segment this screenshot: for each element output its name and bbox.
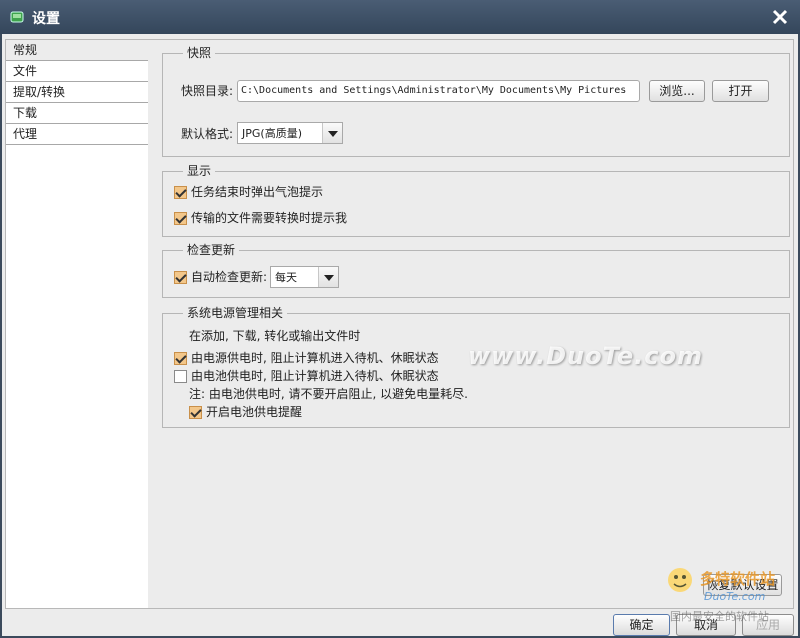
ac-power-checkbox[interactable] (174, 352, 187, 365)
watermark-text: www.DuoTe.com (468, 342, 703, 370)
bubble-notify-checkbox[interactable] (174, 186, 187, 199)
sidebar-item-proxy[interactable]: 代理 (6, 124, 148, 145)
chevron-down-icon (322, 123, 342, 143)
update-frequency-value: 每天 (275, 271, 297, 284)
app-icon (10, 11, 24, 23)
auto-update-checkbox[interactable] (174, 271, 187, 284)
duote-logo: 多特软件站 DuoTe.com 国内最安全的软件站 (668, 568, 775, 623)
power-intro-text: 在添加, 下载, 转化或输出文件时 (189, 329, 361, 343)
open-button[interactable]: 打开 (712, 80, 769, 102)
ac-power-label: 由电源供电时, 阻止计算机进入待机、休眠状态 (191, 351, 439, 365)
sidebar-item-download[interactable]: 下载 (6, 103, 148, 124)
display-group: 显示 任务结束时弹出气泡提示 传输的文件需要转换时提示我 (162, 164, 790, 237)
settings-sidebar: 常规 文件 提取/转换 下载 代理 (5, 39, 149, 609)
bubble-notify-label: 任务结束时弹出气泡提示 (191, 185, 324, 199)
svg-text:国内最安全的软件站: 国内最安全的软件站 (670, 609, 769, 623)
svg-text:DuoTe.com: DuoTe.com (704, 590, 765, 603)
battery-power-label: 由电池供电时, 阻止计算机进入待机、休眠状态 (191, 369, 439, 383)
display-group-title: 显示 (183, 164, 216, 178)
sidebar-item-file[interactable]: 文件 (6, 61, 148, 82)
settings-panel: 快照 快照目录: C:\Documents and Settings\Admin… (148, 39, 794, 609)
format-value: JPG(高质量) (242, 127, 302, 140)
format-dropdown[interactable]: JPG(高质量) (237, 122, 343, 144)
update-frequency-dropdown[interactable]: 每天 (270, 266, 339, 288)
close-icon[interactable] (768, 5, 792, 29)
format-label: 默认格式: (181, 127, 234, 141)
update-group-title: 检查更新 (183, 243, 240, 257)
power-group-title: 系统电源管理相关 (183, 306, 288, 320)
snapshot-dir-input[interactable]: C:\Documents and Settings\Administrator\… (237, 80, 640, 102)
update-group: 检查更新 自动检查更新: 每天 (162, 243, 790, 298)
power-group: 系统电源管理相关 在添加, 下载, 转化或输出文件时 由电源供电时, 阻止计算机… (162, 306, 790, 428)
snapshot-group-title: 快照 (183, 46, 216, 60)
convert-prompt-checkbox[interactable] (174, 212, 187, 225)
chevron-down-icon (318, 267, 338, 287)
snapshot-group: 快照 快照目录: C:\Documents and Settings\Admin… (162, 46, 790, 157)
dialog-body: 常规 文件 提取/转换 下载 代理 快照 快照目录: C:\Documents … (2, 34, 798, 636)
battery-reminder-checkbox[interactable] (189, 406, 202, 419)
browse-button[interactable]: 浏览... (649, 80, 705, 102)
window-title: 设置 (32, 11, 60, 27)
snapshot-dir-label: 快照目录: (181, 84, 234, 98)
svg-text:多特软件站: 多特软件站 (700, 570, 775, 588)
battery-reminder-label: 开启电池供电提醒 (206, 405, 303, 419)
battery-power-checkbox[interactable] (174, 370, 187, 383)
convert-prompt-label: 传输的文件需要转换时提示我 (191, 211, 348, 225)
power-note-text: 注: 由电池供电时, 请不要开启阻止, 以避免电量耗尽. (189, 387, 468, 401)
auto-update-label: 自动检查更新: (191, 270, 268, 284)
sidebar-item-general[interactable]: 常规 (6, 40, 148, 61)
sidebar-item-extract-convert[interactable]: 提取/转换 (6, 82, 148, 103)
title-bar: 设置 (0, 0, 800, 34)
